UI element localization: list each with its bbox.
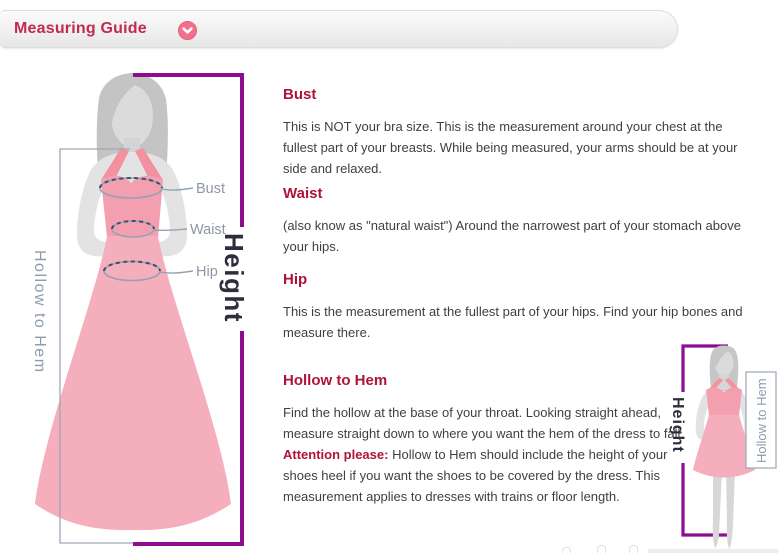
waist-paragraph: (also know as "natural waist") Around th… <box>283 215 753 257</box>
hip-heading: Hip <box>283 271 753 288</box>
hip-label: Hip <box>196 264 218 280</box>
height-label: Height <box>219 233 249 323</box>
measuring-guide-page: Measuring Guide <box>0 0 778 553</box>
small-bodice <box>706 388 742 416</box>
waist-heading: Waist <box>283 185 753 202</box>
chevron-down-icon-svg <box>178 21 197 40</box>
small-leg-right <box>726 470 735 549</box>
page-title: Measuring Guide <box>14 20 147 38</box>
cropped-content-artifact <box>562 547 571 553</box>
bust-paragraph: This is NOT your bra size. This is the m… <box>283 116 753 179</box>
bust-heading: Bust <box>283 86 753 103</box>
small-hollow-to-hem-label: Hollow to Hem <box>754 378 769 463</box>
cropped-content-artifact <box>597 545 606 553</box>
small-height-label: Height <box>669 397 686 453</box>
attention-label: Attention please: <box>283 447 388 462</box>
section-hip: Hip This is the measurement at the fulle… <box>283 271 753 343</box>
section-bust: Bust This is NOT your bra size. This is … <box>283 86 753 179</box>
chevron-down-icon[interactable] <box>178 21 197 40</box>
bust-label: Bust <box>196 181 225 197</box>
section-waist: Waist (also know as "natural waist") Aro… <box>283 185 753 257</box>
cropped-content-artifact <box>629 545 638 553</box>
main-dress-diagram: Bust Waist Hip Hollow to Hem Height <box>0 55 270 553</box>
cropped-content-artifact <box>648 549 778 553</box>
small-dress-diagram: Height Hollow to Hem <box>650 336 778 553</box>
section-header-bar: Measuring Guide <box>0 10 678 48</box>
hollow-to-hem-label: Hollow to Hem <box>31 250 48 374</box>
